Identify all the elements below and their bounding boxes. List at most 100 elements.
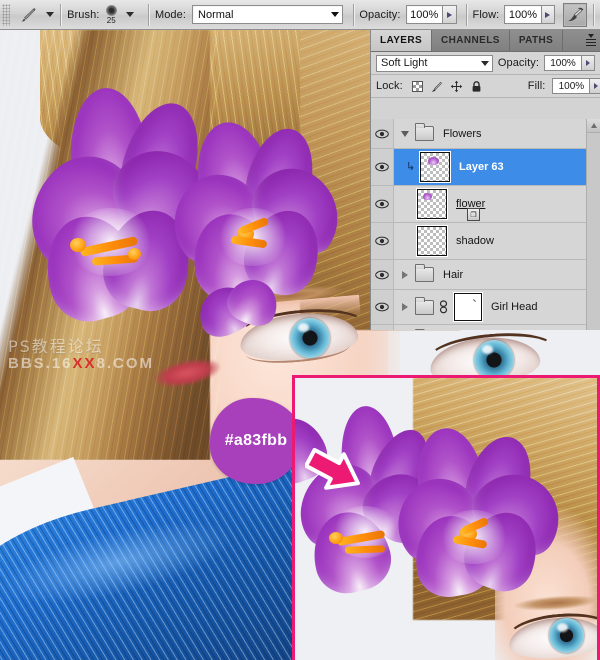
chevron-down-icon: [401, 131, 409, 137]
lock-row[interactable]: Lock: Fill:: [371, 75, 600, 98]
mask-mark: [473, 299, 476, 302]
tool-preset-picker[interactable]: [13, 4, 54, 26]
layer-visibility-toggle[interactable]: [371, 186, 394, 222]
divider: [148, 4, 149, 26]
layer-mask-thumbnail[interactable]: [454, 293, 482, 321]
blend-mode-row[interactable]: Soft Light Opacity: 100%: [371, 52, 600, 75]
layer-opacity-input[interactable]: 100%: [544, 55, 582, 71]
blend-mode-dropdown[interactable]: Normal: [192, 5, 342, 24]
divider: [593, 4, 594, 26]
layer-thumbnail[interactable]: [420, 152, 450, 182]
folder-icon: [415, 267, 434, 282]
fill-slider-button[interactable]: [590, 78, 600, 94]
group-expand-toggle[interactable]: [398, 271, 412, 279]
layer-row-hair[interactable]: Hair: [371, 260, 600, 290]
divider: [60, 4, 61, 26]
chevron-down-icon: [331, 12, 339, 17]
layer-list[interactable]: Flowers ↳ Layer 63 ❐: [371, 119, 600, 330]
opacity-slider-button[interactable]: [443, 5, 457, 24]
flow-label: Flow:: [473, 9, 500, 21]
layers-panel[interactable]: LAYERS CHANNELS PATHS Soft Light Opacity…: [370, 30, 600, 330]
layer-name: shadow: [456, 235, 494, 247]
layer-row-layer-63[interactable]: ↳ Layer 63: [371, 149, 600, 186]
layer-visibility-toggle[interactable]: [371, 223, 394, 259]
chevron-down-icon: [481, 61, 489, 66]
panel-tabs[interactable]: LAYERS CHANNELS PATHS: [371, 30, 600, 52]
eye-icon: [375, 302, 389, 312]
folder-icon: [415, 300, 434, 315]
stamen: [345, 545, 385, 553]
brush-tool-icon[interactable]: [16, 4, 40, 26]
layer-blend-mode-dropdown[interactable]: Soft Light: [376, 55, 493, 72]
menu-lines-icon: [586, 39, 596, 45]
brush-preset-picker[interactable]: 25: [99, 2, 123, 28]
lock-label: Lock:: [376, 80, 403, 92]
group-expand-toggle[interactable]: [398, 131, 412, 137]
lock-position-icon[interactable]: [450, 80, 463, 93]
layer-effects-badge[interactable]: ❐: [467, 208, 480, 221]
link-icon[interactable]: [438, 300, 449, 314]
layer-opacity-value: 100%: [550, 58, 576, 69]
layer-thumbnail[interactable]: [417, 226, 447, 256]
hex-color-value: #a83fbb: [225, 432, 288, 450]
tool-options-bar[interactable]: Brush: 25 Mode: Normal Opacity: 100% Flo…: [0, 0, 600, 30]
hex-color-callout: #a83fbb: [210, 398, 302, 484]
zoom-preview-content: [295, 378, 597, 660]
fill-value: 100%: [559, 81, 585, 92]
flow-slider-button[interactable]: [542, 5, 556, 24]
flow-input[interactable]: 100%: [504, 5, 541, 24]
lock-transparency-icon[interactable]: [412, 80, 423, 93]
mode-label: Mode:: [155, 9, 186, 21]
layer-visibility-toggle[interactable]: [371, 290, 394, 324]
photoshop-window: PS教程论坛 BBS.16XX8.COM #a83fbb: [0, 0, 600, 660]
layer-thumbnail[interactable]: ❐: [417, 189, 447, 219]
folder-icon: [415, 126, 434, 141]
airbrush-icon[interactable]: [563, 3, 587, 27]
tab-channels[interactable]: CHANNELS: [432, 30, 510, 51]
layer-name: Girl Head: [491, 301, 537, 313]
layer-row-shadow[interactable]: shadow: [371, 223, 600, 260]
fill-input[interactable]: 100%: [552, 78, 590, 94]
group-expand-toggle[interactable]: [398, 303, 412, 311]
panel-menu-icon[interactable]: [582, 30, 600, 51]
tool-preset-chevron-down-icon[interactable]: [46, 12, 54, 17]
layer-visibility-toggle[interactable]: [371, 260, 394, 289]
options-bar-grip[interactable]: [2, 4, 10, 26]
inset-eye: [509, 610, 597, 660]
layer-list-scrollbar[interactable]: [586, 119, 600, 330]
eye-icon: [375, 199, 389, 209]
crocus-bud-small: [198, 280, 278, 350]
inset-crocus-right: [401, 428, 571, 598]
layer-row-flowers[interactable]: Flowers: [371, 119, 600, 149]
brush-chevron-down-icon[interactable]: [126, 12, 134, 17]
clipping-mask-icon: ↳: [406, 162, 416, 173]
layer-visibility-toggle[interactable]: [371, 119, 394, 148]
tab-layers[interactable]: LAYERS: [371, 30, 432, 51]
chevron-down-icon: [588, 34, 594, 38]
layer-opacity-slider-button[interactable]: [582, 55, 595, 71]
chevron-right-icon: [402, 303, 408, 311]
layer-visibility-toggle[interactable]: [371, 149, 394, 185]
layer-row-flower[interactable]: ❐ flower: [371, 186, 600, 223]
blend-mode-value: Normal: [198, 9, 233, 21]
layer-name: Layer 63: [459, 161, 504, 173]
divider: [353, 4, 354, 26]
opacity-value: 100%: [410, 9, 438, 21]
opacity-input[interactable]: 100%: [406, 5, 443, 24]
layer-row-bird-body-paint[interactable]: Bird Body Paint: [371, 325, 600, 330]
brush-size-value: 25: [107, 17, 116, 25]
tab-paths[interactable]: PATHS: [510, 30, 563, 51]
layer-visibility-toggle[interactable]: [371, 325, 394, 330]
brush-preview-icon: [106, 5, 117, 16]
eye-icon: [375, 162, 389, 172]
lock-all-icon[interactable]: [470, 80, 483, 93]
eye-icon: [375, 236, 389, 246]
scroll-up-button[interactable]: [587, 119, 600, 133]
layer-opacity-label: Opacity:: [498, 57, 539, 69]
layer-name: Hair: [443, 269, 463, 281]
stamen-tip: [128, 248, 141, 260]
layer-row-girl-head[interactable]: Girl Head: [371, 290, 600, 325]
lock-image-icon[interactable]: [430, 80, 443, 93]
stamen-tip: [329, 532, 343, 544]
tab-bar-filler: [563, 30, 582, 51]
